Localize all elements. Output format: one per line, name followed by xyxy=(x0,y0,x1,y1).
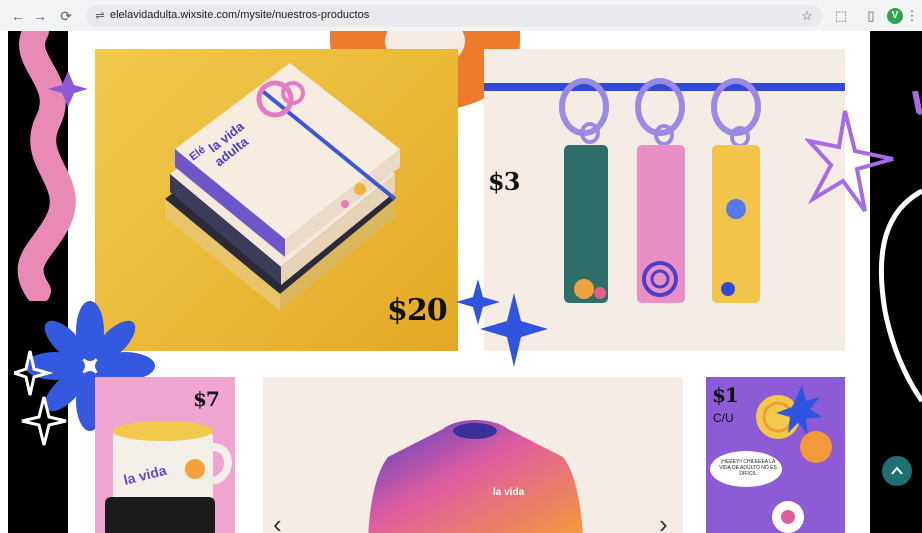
carousel-next-button[interactable]: › xyxy=(659,511,668,533)
mug-product-card[interactable]: la vida $7 xyxy=(95,377,235,533)
site-info-icon[interactable]: ⇌ xyxy=(92,8,108,24)
blue-sparkle-decoration xyxy=(456,279,548,367)
pink-swirl-decoration xyxy=(17,31,88,301)
back-to-top-button[interactable] xyxy=(882,456,912,486)
right-star-decoration xyxy=(805,91,922,403)
carousel-prev-button[interactable]: ‹ xyxy=(273,511,282,533)
browser-toolbar: ← → ⟳ ⇌ elelavidadulta.wixsite.com/mysit… xyxy=(0,0,922,32)
stickers-price: $1 xyxy=(712,383,739,407)
reload-icon[interactable]: ⟳ xyxy=(56,6,76,26)
white-sparkle-decoration xyxy=(14,350,67,446)
sweater-brand-text: la vida xyxy=(493,487,525,498)
keychains-price: $3 xyxy=(488,167,520,196)
page-content: Elé la vida adulta $20 $3 la vida $7 la … xyxy=(0,31,922,533)
chevron-up-icon xyxy=(890,465,904,482)
sweater-image: la vida xyxy=(368,420,583,533)
sidebar-icon[interactable]: ▯ xyxy=(862,7,880,25)
stickers-product-card[interactable]: $1 C/U ¡HEEEY!! CHILEEEA LA VIDA DE ADUL… xyxy=(706,377,845,533)
bookmark-star-icon[interactable]: ☆ xyxy=(798,7,816,25)
notebook-price: $20 xyxy=(387,293,448,328)
extensions-icon[interactable]: ⬚ xyxy=(832,7,850,25)
profile-avatar[interactable]: V xyxy=(887,8,903,24)
forward-arrow-icon[interactable]: → xyxy=(30,6,50,26)
url-text[interactable]: elelavidadulta.wixsite.com/mysite/nuestr… xyxy=(110,9,369,21)
sticker-speech-text: ¡HEEEY!! CHILEEEA LA VIDA DE ADULTO NO E… xyxy=(719,459,777,477)
address-bar[interactable]: ⇌ elelavidadulta.wixsite.com/mysite/nues… xyxy=(86,5,822,27)
back-arrow-icon[interactable]: ← xyxy=(8,6,28,26)
menu-icon[interactable]: ⋮ xyxy=(905,7,919,25)
sweater-carousel[interactable]: la vida ‹ › xyxy=(263,377,683,533)
stickers-unit-label: C/U xyxy=(713,411,734,425)
mug-price: $7 xyxy=(193,387,220,411)
